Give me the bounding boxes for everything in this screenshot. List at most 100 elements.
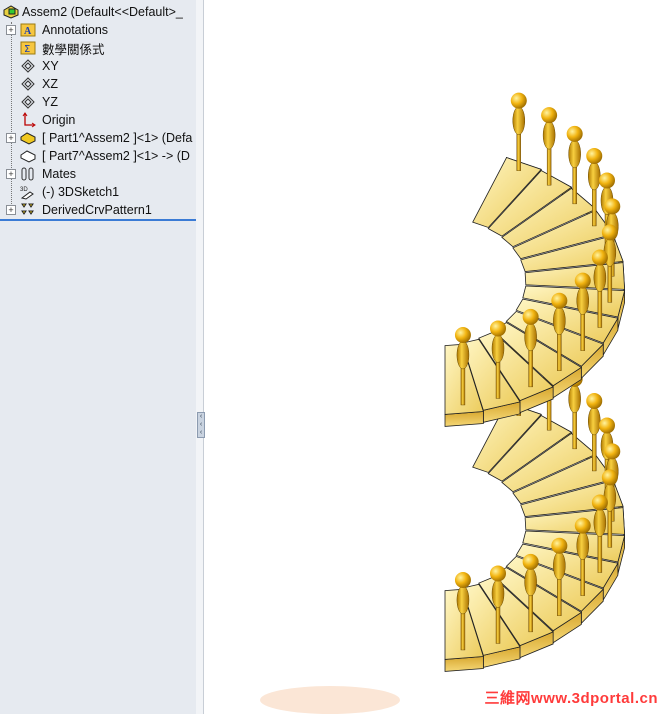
baluster-ball bbox=[591, 249, 608, 266]
floor-shadow bbox=[260, 686, 400, 714]
tree-item-[interactable]: Σ 數學關係式 bbox=[0, 39, 196, 57]
tree-item-label: 數學關係式 bbox=[42, 42, 105, 57]
baluster-post bbox=[592, 185, 597, 227]
baluster-post bbox=[597, 532, 603, 573]
tree-separator bbox=[0, 219, 196, 221]
baluster-body bbox=[576, 286, 590, 315]
baluster-post bbox=[528, 346, 533, 388]
baluster-ball bbox=[598, 172, 615, 189]
baluster-ball bbox=[454, 571, 471, 588]
baluster-body bbox=[593, 508, 607, 537]
expand-icon[interactable]: + bbox=[6, 133, 16, 143]
plane-icon bbox=[19, 94, 36, 110]
baluster-body bbox=[542, 120, 556, 150]
baluster-ball bbox=[586, 147, 603, 164]
baluster-post bbox=[495, 603, 501, 644]
baluster-post bbox=[597, 287, 603, 328]
tree-item-label: XZ bbox=[42, 77, 58, 91]
baluster-body bbox=[553, 306, 566, 335]
tree-item-label: (-) 3DSketch1 bbox=[42, 185, 120, 199]
tree-root-label: Assem2 (Default<<Default>_ bbox=[22, 5, 183, 19]
baluster-post bbox=[607, 262, 613, 303]
baluster-body bbox=[568, 384, 581, 414]
baluster-body bbox=[553, 551, 566, 580]
expand-icon[interactable]: + bbox=[6, 205, 16, 215]
baluster-ball bbox=[522, 553, 539, 570]
baluster-ball bbox=[490, 320, 507, 337]
pattern-icon bbox=[19, 202, 36, 218]
expand-icon[interactable]: + bbox=[6, 169, 16, 179]
baluster-post bbox=[516, 130, 521, 171]
baluster-body bbox=[524, 567, 537, 597]
svg-text:Σ: Σ bbox=[24, 44, 30, 55]
baluster-body bbox=[491, 579, 505, 608]
tree-item-3dsketch1[interactable]: 3D (-) 3DSketch1 bbox=[0, 183, 196, 201]
baluster-post bbox=[557, 330, 562, 371]
watermark: 三維网www.3dportal.cn bbox=[484, 690, 658, 707]
plane-icon bbox=[19, 76, 36, 92]
baluster-post bbox=[572, 408, 577, 450]
tree-item-origin[interactable]: Origin bbox=[0, 111, 196, 129]
baluster-body bbox=[524, 322, 537, 352]
baluster-ball bbox=[551, 537, 568, 554]
baluster-ball bbox=[522, 308, 539, 325]
baluster-post bbox=[592, 430, 597, 472]
tree-item-label: Annotations bbox=[42, 23, 109, 37]
baluster-body bbox=[456, 585, 470, 615]
tree-item-xy[interactable]: XY bbox=[0, 57, 196, 75]
assembly-icon bbox=[2, 4, 19, 20]
baluster-ball bbox=[591, 494, 608, 511]
svg-text:A: A bbox=[24, 26, 32, 37]
baluster-post bbox=[580, 310, 585, 351]
baluster-post bbox=[557, 575, 562, 616]
tree-item-label: [ Part7^Assem2 ]<1> -> (D bbox=[42, 149, 190, 163]
baluster-ball bbox=[454, 326, 471, 343]
baluster-body bbox=[593, 263, 607, 292]
tree-item-derivedcrvpattern1[interactable]: + DerivedCrvPattern1 bbox=[0, 201, 196, 219]
baluster-body bbox=[568, 139, 581, 169]
graphics-viewport[interactable] bbox=[204, 0, 672, 714]
tree-item-label: Origin bbox=[42, 113, 76, 127]
baluster-ball bbox=[586, 392, 603, 409]
tree-item-mates[interactable]: + Mates bbox=[0, 165, 196, 183]
plane-icon bbox=[19, 58, 36, 74]
mates-icon bbox=[19, 166, 36, 182]
annotations-icon: A bbox=[19, 22, 36, 38]
baluster-ball bbox=[574, 517, 591, 534]
baluster-ball bbox=[490, 565, 507, 582]
tree-item-label: XY bbox=[42, 59, 59, 73]
baluster-post bbox=[580, 555, 585, 596]
baluster-post bbox=[572, 163, 577, 205]
part-outline-icon bbox=[19, 148, 36, 164]
panel-splitter[interactable] bbox=[196, 0, 204, 714]
baluster-post bbox=[546, 144, 552, 186]
baluster-ball bbox=[574, 272, 591, 289]
expand-icon[interactable]: + bbox=[6, 25, 16, 35]
baluster-ball bbox=[566, 125, 583, 142]
tree-item-label: [ Part1^Assem2 ]<1> (Defa bbox=[42, 131, 193, 145]
baluster-ball bbox=[551, 292, 568, 309]
part-icon bbox=[19, 130, 36, 146]
svg-text:3D: 3D bbox=[20, 187, 28, 193]
baluster-ball bbox=[598, 417, 615, 434]
tree-item-part7-assem2-1-d[interactable]: [ Part7^Assem2 ]<1> -> (D bbox=[0, 147, 196, 165]
baluster-ball bbox=[510, 92, 527, 109]
tree-item-part1-assem2-1-defa[interactable]: + [ Part1^Assem2 ]<1> (Defa bbox=[0, 129, 196, 147]
baluster-body bbox=[512, 106, 526, 135]
tree-item-yz[interactable]: YZ bbox=[0, 93, 196, 111]
tree-item-annotations[interactable]: + A Annotations bbox=[0, 21, 196, 39]
tree-item-xz[interactable]: XZ bbox=[0, 75, 196, 93]
baluster-body bbox=[588, 406, 601, 436]
baluster-post bbox=[528, 591, 533, 633]
baluster-post bbox=[607, 507, 613, 548]
origin-icon bbox=[19, 112, 36, 128]
baluster-post bbox=[495, 358, 501, 399]
baluster-body bbox=[456, 340, 470, 370]
baluster-ball bbox=[541, 107, 558, 124]
tree-item-label: YZ bbox=[42, 95, 58, 109]
baluster-post bbox=[460, 364, 466, 406]
3dsketch-icon: 3D bbox=[19, 184, 36, 200]
baluster-ball bbox=[604, 443, 621, 460]
baluster-ball bbox=[601, 469, 618, 486]
baluster-ball bbox=[601, 224, 618, 241]
